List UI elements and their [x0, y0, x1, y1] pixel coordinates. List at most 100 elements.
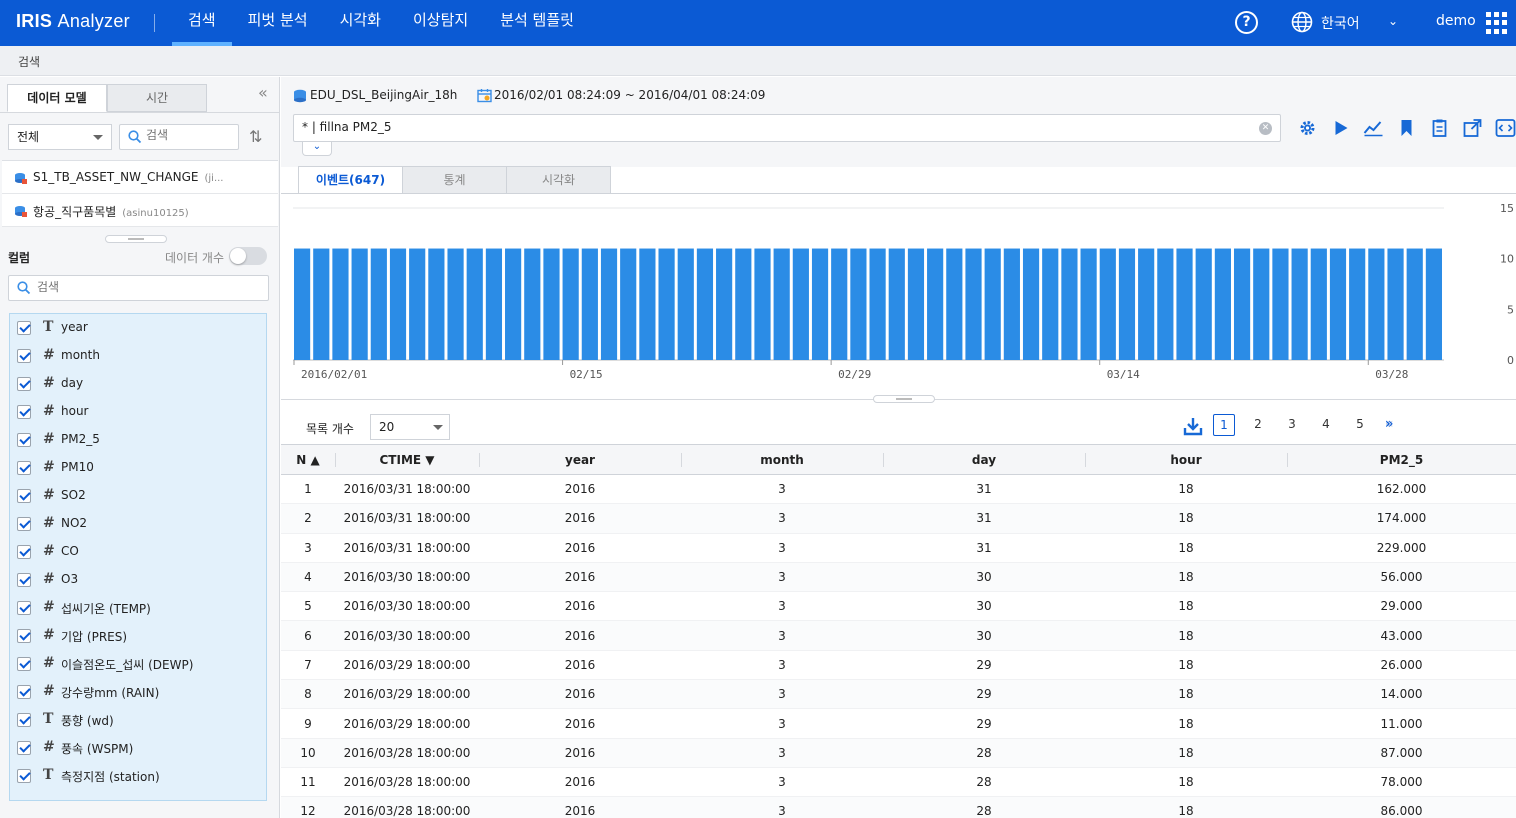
model-filter-select[interactable]: 전체 [8, 124, 112, 150]
histogram-bar[interactable] [1253, 248, 1270, 360]
column-search-box[interactable] [8, 275, 269, 301]
histogram-bar[interactable] [888, 248, 905, 360]
play-icon[interactable] [1330, 118, 1351, 138]
checkbox[interactable] [17, 545, 31, 559]
query-input[interactable] [302, 120, 1242, 134]
histogram-bar[interactable] [313, 248, 330, 360]
tab-time[interactable]: 시간 [107, 84, 207, 112]
column-item[interactable]: # CO [10, 538, 266, 566]
column-header[interactable]: N ▲ [281, 444, 335, 475]
help-icon[interactable]: ? [1235, 11, 1258, 34]
column-item[interactable]: # PM10 [10, 454, 266, 482]
histogram-bar[interactable] [639, 248, 656, 360]
histogram-bar[interactable] [811, 248, 829, 360]
histogram-bar[interactable] [466, 248, 483, 360]
column-header[interactable]: day [883, 444, 1085, 475]
table-row[interactable]: 12 2016/03/28 18:00:00 2016 3 28 18 86.000 [281, 796, 1516, 818]
gear-icon[interactable] [1297, 118, 1318, 138]
export-icon[interactable] [1462, 118, 1483, 138]
resize-handle[interactable] [105, 235, 167, 243]
nav-search[interactable]: 검색 [172, 0, 232, 46]
nav-visualization[interactable]: 시각화 [324, 0, 397, 46]
histogram-bar[interactable] [389, 248, 407, 360]
globe-icon[interactable] [1291, 11, 1313, 33]
table-row[interactable]: 4 2016/03/30 18:00:00 2016 3 30 18 56.000 [281, 562, 1516, 593]
column-item[interactable]: # 이슬점온도_섭씨 (DEWP) [10, 650, 266, 678]
checkbox[interactable] [17, 713, 31, 727]
histogram-bar[interactable] [984, 248, 1001, 360]
checkbox[interactable] [17, 573, 31, 587]
column-item[interactable]: T 측정지점 (station) [10, 762, 266, 790]
time-range[interactable]: 2016/02/01 08:24:09 ~ 2016/04/01 08:24:0… [494, 88, 765, 102]
resize-handle[interactable] [873, 395, 935, 403]
histogram-bar[interactable] [946, 248, 963, 360]
column-header[interactable]: hour [1085, 444, 1287, 475]
table-row[interactable]: 8 2016/03/29 18:00:00 2016 3 29 18 14.000 [281, 679, 1516, 710]
histogram-bar[interactable] [370, 248, 387, 360]
histogram-bar[interactable] [754, 248, 771, 360]
histogram-bar[interactable] [927, 248, 944, 360]
collapse-sidebar-icon[interactable]: « [258, 83, 268, 102]
apps-grid-icon[interactable] [1486, 12, 1508, 34]
checkbox[interactable] [17, 769, 31, 783]
tab-data-model[interactable]: 데이터 모델 [7, 84, 107, 112]
column-header[interactable]: PM2_5 [1287, 444, 1516, 475]
column-item[interactable]: # hour [10, 398, 266, 426]
histogram-bar[interactable] [1425, 248, 1442, 360]
column-search-input[interactable] [37, 280, 257, 294]
download-icon[interactable] [1183, 416, 1203, 436]
column-item[interactable]: # month [10, 342, 266, 370]
sort-icon[interactable]: ⇅ [249, 127, 262, 146]
histogram-bar[interactable] [1291, 248, 1308, 360]
histogram-bar[interactable] [735, 248, 752, 360]
expand-query-chevron-icon[interactable]: ⌄ [302, 142, 332, 156]
column-header[interactable]: month [681, 444, 883, 475]
language-label[interactable]: 한국어 [1321, 13, 1360, 33]
checkbox[interactable] [17, 405, 31, 419]
clear-icon[interactable]: ✕ [1259, 122, 1272, 135]
histogram-bar[interactable] [1387, 248, 1404, 360]
checkbox[interactable] [17, 321, 31, 335]
page-1[interactable]: 1 [1213, 414, 1235, 436]
histogram-bar[interactable] [294, 248, 311, 360]
histogram-bar[interactable] [1061, 248, 1078, 360]
histogram-bar[interactable] [1003, 248, 1020, 360]
histogram-bar[interactable] [505, 248, 522, 360]
table-row[interactable]: 9 2016/03/29 18:00:00 2016 3 29 18 11.000 [281, 708, 1516, 739]
histogram-bar[interactable] [716, 248, 733, 360]
histogram-bar[interactable] [1214, 248, 1231, 360]
histogram-bar[interactable] [907, 248, 925, 360]
table-row[interactable]: 10 2016/03/28 18:00:00 2016 3 28 18 87.000 [281, 738, 1516, 768]
nav-pivot[interactable]: 피벗 분석 [232, 0, 324, 46]
histogram-bar[interactable] [581, 248, 598, 360]
histogram-bar[interactable] [1368, 248, 1385, 360]
histogram-bar[interactable] [1349, 248, 1366, 360]
column-item[interactable]: # 풍속 (WSPM) [10, 734, 266, 762]
tab-events[interactable]: 이벤트(647) [298, 166, 403, 194]
table-row[interactable]: 2 2016/03/31 18:00:00 2016 3 31 18 174.000 [281, 503, 1516, 534]
chevron-down-icon[interactable]: ⌄ [1388, 14, 1398, 28]
histogram-bar[interactable] [562, 248, 579, 360]
column-item[interactable]: # day [10, 370, 266, 398]
histogram-bar[interactable] [1310, 248, 1327, 360]
checkbox[interactable] [17, 489, 31, 503]
histogram-bar[interactable] [351, 248, 368, 360]
histogram-bar[interactable] [1022, 248, 1040, 360]
column-item[interactable]: T 풍향 (wd) [10, 706, 266, 734]
column-item[interactable]: # 강수량mm (RAIN) [10, 678, 266, 706]
model-item[interactable]: S1_TB_ASSET_NW_CHANGE (ji... [2, 161, 278, 194]
page-2[interactable]: 2 [1247, 414, 1269, 436]
list-count-select[interactable]: 20 [370, 414, 450, 440]
model-search-box[interactable] [119, 124, 239, 150]
column-item[interactable]: Tyear [10, 314, 266, 342]
histogram-bar[interactable] [1233, 248, 1251, 360]
histogram-bar[interactable] [620, 248, 637, 360]
histogram-bar[interactable] [1195, 248, 1212, 360]
checkbox[interactable] [17, 461, 31, 475]
histogram-bar[interactable] [1080, 248, 1097, 360]
histogram-bar[interactable] [696, 248, 714, 360]
tab-statistics[interactable]: 통계 [402, 166, 507, 194]
calendar-icon[interactable] [477, 88, 492, 103]
checkbox[interactable] [17, 377, 31, 391]
histogram-bar[interactable] [658, 248, 675, 360]
